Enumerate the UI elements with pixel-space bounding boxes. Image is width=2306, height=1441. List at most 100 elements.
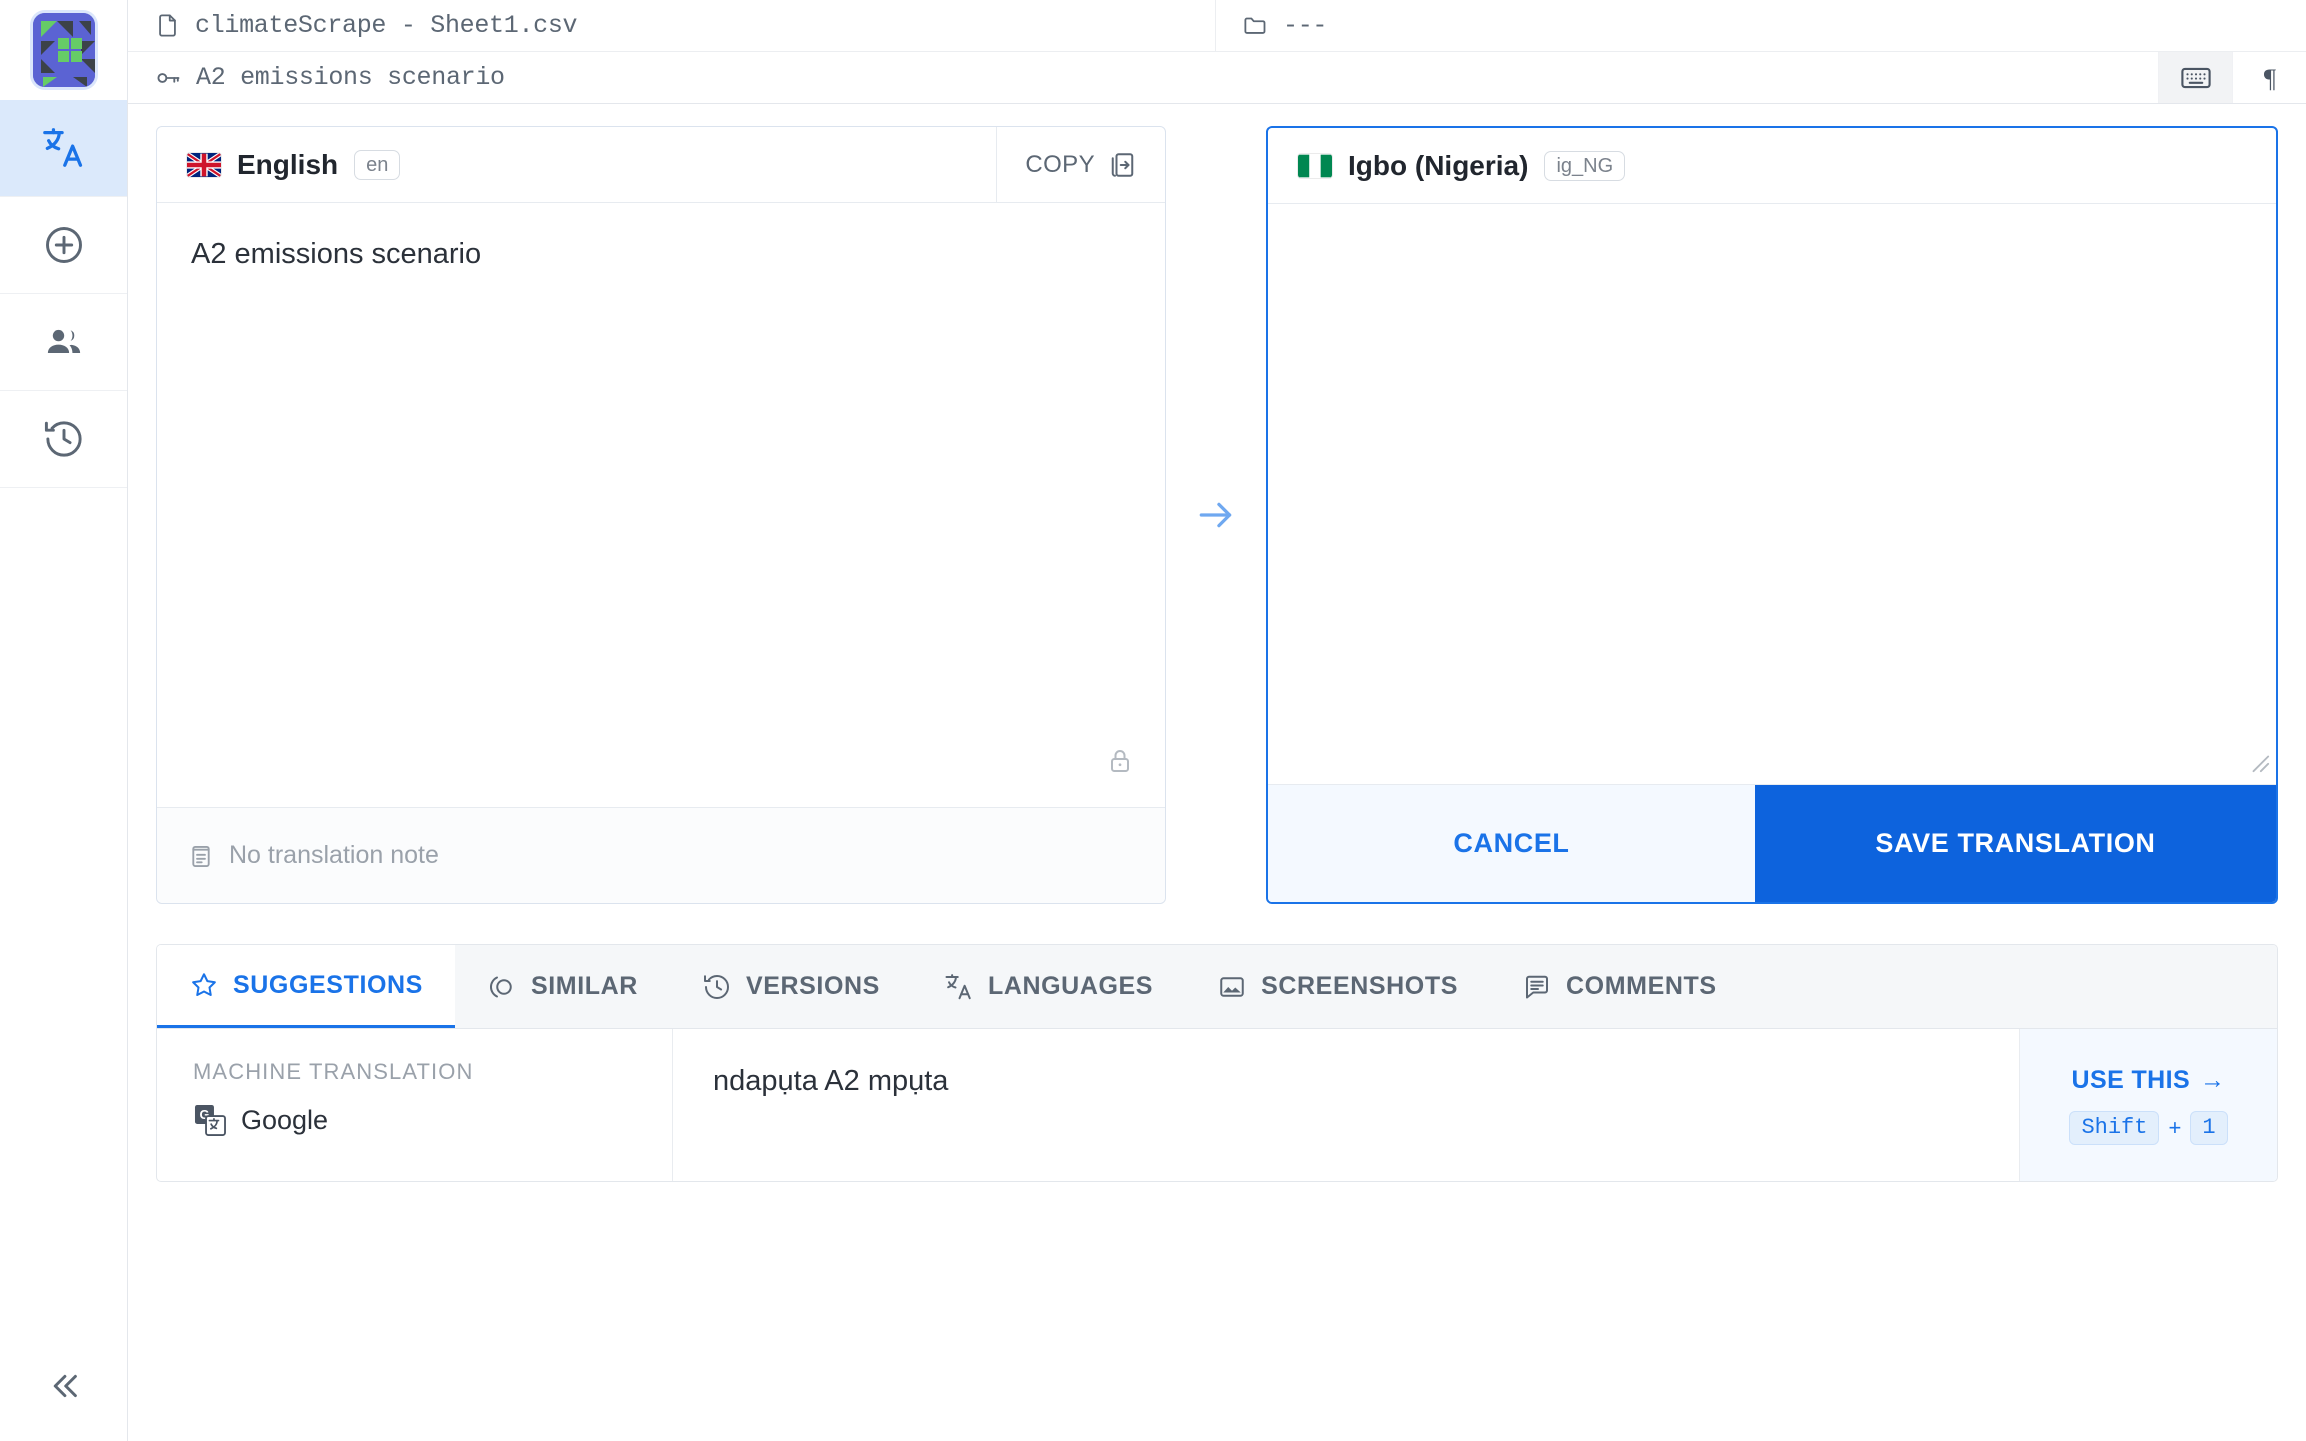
shortcut-plus: + — [2168, 1114, 2182, 1140]
target-language-name: Igbo (Nigeria) — [1348, 149, 1529, 181]
rail-spacer — [0, 488, 127, 1331]
tab-label: SUGGESTIONS — [233, 970, 423, 999]
similar-icon — [490, 976, 512, 997]
sidebar-item-add[interactable] — [0, 197, 127, 294]
tab-label: SIMILAR — [530, 972, 638, 1000]
file-breadcrumb[interactable]: climateScrape - Sheet1.csv — [128, 0, 1216, 51]
translate-icon — [42, 128, 82, 167]
tab-screenshots[interactable]: SCREENSHOTS — [1185, 945, 1490, 1028]
plus-circle-icon — [45, 227, 82, 263]
translation-input[interactable] — [1268, 204, 2276, 784]
bottom-panel: SUGGESTIONS SIMILAR VERSIONS LANGUAGES S… — [156, 944, 2278, 1182]
logo-pattern-icon — [32, 13, 95, 87]
page-empty-space — [128, 1182, 2306, 1441]
tab-languages[interactable]: LANGUAGES — [912, 945, 1185, 1028]
use-this-label-wrap: USE THIS → — [2072, 1066, 2226, 1095]
translation-note-text: No translation note — [229, 841, 439, 869]
use-this-shortcut: Shift + 1 — [2069, 1110, 2228, 1145]
key-name: A2 emissions scenario — [196, 63, 505, 92]
topbar: climateScrape - Sheet1.csv --- — [128, 0, 2306, 52]
shortcut-modifier-key: Shift — [2069, 1110, 2160, 1145]
star-icon — [192, 973, 216, 996]
note-icon — [192, 845, 210, 867]
key-icon — [157, 72, 180, 83]
target-actions: CANCEL SAVE TRANSLATION — [1268, 784, 2276, 902]
flag-nigeria-icon — [1298, 154, 1332, 178]
target-panel-header: Igbo (Nigeria) ig_NG — [1268, 128, 2276, 204]
folder-icon — [1244, 17, 1266, 34]
comment-icon — [1526, 975, 1549, 998]
suggestion-engine-name: Google — [241, 1104, 329, 1135]
whitespace-toggle-button[interactable]: ¶ — [2232, 52, 2306, 103]
source-text: A2 emissions scenario — [191, 238, 482, 270]
sidebar-item-translate[interactable] — [0, 100, 127, 197]
tab-label: LANGUAGES — [987, 972, 1154, 1000]
keyboard-icon — [2180, 67, 2211, 88]
tab-similar[interactable]: SIMILAR — [455, 945, 670, 1028]
suggestion-meta: MACHINE TRANSLATION G Google — [157, 1029, 673, 1181]
target-language-info: Igbo (Nigeria) ig_NG — [1268, 150, 2276, 182]
app-logo-tile — [32, 13, 95, 87]
tab-label: SCREENSHOTS — [1261, 972, 1459, 1000]
arrow-right-icon — [1199, 502, 1232, 528]
cancel-button[interactable]: CANCEL — [1268, 785, 1755, 902]
folder-name: --- — [1283, 11, 1328, 40]
left-rail — [0, 0, 128, 1441]
collapse-sidebar-button[interactable] — [0, 1331, 127, 1441]
flag-nigeria-svg — [1298, 154, 1332, 177]
file-icon — [159, 14, 176, 37]
tab-comments[interactable]: COMMENTS — [1490, 945, 1749, 1028]
shortcut-number-key: 1 — [2190, 1110, 2228, 1145]
svg-text:¶: ¶ — [2263, 63, 2275, 93]
translate-icon — [945, 973, 971, 999]
direction-arrow — [1166, 126, 1266, 904]
key-row-actions: ¶ — [2158, 52, 2306, 103]
source-language-code: en — [354, 149, 401, 180]
people-icon — [47, 329, 80, 353]
sidebar-item-history[interactable] — [0, 391, 127, 488]
suggestion-kind: MACHINE TRANSLATION — [193, 1059, 474, 1084]
lock-icon-svg — [1110, 750, 1130, 772]
folder-breadcrumb[interactable]: --- — [1216, 0, 2306, 51]
tab-versions[interactable]: VERSIONS — [670, 945, 912, 1028]
pilcrow-icon: ¶ — [2263, 63, 2275, 93]
app-root: climateScrape - Sheet1.csv --- A2 emissi… — [0, 0, 2306, 1441]
copy-button-label: COPY — [1025, 150, 1095, 178]
source-text-body: A2 emissions scenario — [157, 203, 1165, 807]
suggestion-engine: G Google — [193, 1103, 672, 1137]
suggestion-text: ndapụta A2 mpụta — [713, 1065, 949, 1097]
tab-label: COMMENTS — [1566, 972, 1717, 1000]
file-name: climateScrape - Sheet1.csv — [195, 11, 578, 40]
use-this-button[interactable]: USE THIS → Shift + 1 — [2019, 1029, 2277, 1181]
target-language-code: ig_NG — [1544, 150, 1626, 181]
source-panel-header: English en COPY — [157, 127, 1165, 203]
key-row: A2 emissions scenario ¶ — [128, 52, 2306, 104]
history-icon — [44, 421, 82, 457]
image-icon — [1220, 976, 1244, 997]
suggestion-row: MACHINE TRANSLATION G Google ndapụta A2 … — [157, 1029, 2277, 1181]
chevron-double-left-icon — [53, 1374, 77, 1398]
google-translate-icon: G — [194, 1104, 226, 1136]
target-text-body — [1268, 204, 2276, 784]
flag-uk-icon — [187, 152, 221, 177]
tab-suggestions[interactable]: SUGGESTIONS — [157, 945, 455, 1028]
main-area: climateScrape - Sheet1.csv --- A2 emissi… — [128, 0, 2306, 1441]
sidebar-item-team[interactable] — [0, 294, 127, 391]
keyboard-shortcuts-button[interactable] — [2158, 52, 2232, 103]
lock-icon — [1105, 746, 1135, 781]
source-language-name: English — [237, 148, 339, 180]
translation-note[interactable]: No translation note — [157, 807, 1165, 903]
source-panel: English en COPY A2 emissions scenario No… — [156, 126, 1166, 904]
use-this-label: USE THIS — [2071, 1065, 2191, 1094]
arrow-right-icon: → — [2200, 1065, 2226, 1094]
app-logo[interactable] — [0, 0, 127, 100]
target-panel: Igbo (Nigeria) ig_NG CANCEL SAVE TRANSLA… — [1266, 126, 2278, 904]
flag-uk-svg — [187, 152, 221, 177]
save-translation-button[interactable]: SAVE TRANSLATION — [1754, 785, 2276, 902]
editor-area: English en COPY A2 emissions scenario No… — [128, 104, 2306, 904]
history-icon — [703, 974, 729, 999]
bottom-tabs: SUGGESTIONS SIMILAR VERSIONS LANGUAGES S… — [157, 945, 2277, 1029]
copy-source-button[interactable]: COPY — [996, 127, 1165, 202]
tab-label: VERSIONS — [745, 972, 880, 1000]
source-language-info: English en — [157, 149, 996, 181]
